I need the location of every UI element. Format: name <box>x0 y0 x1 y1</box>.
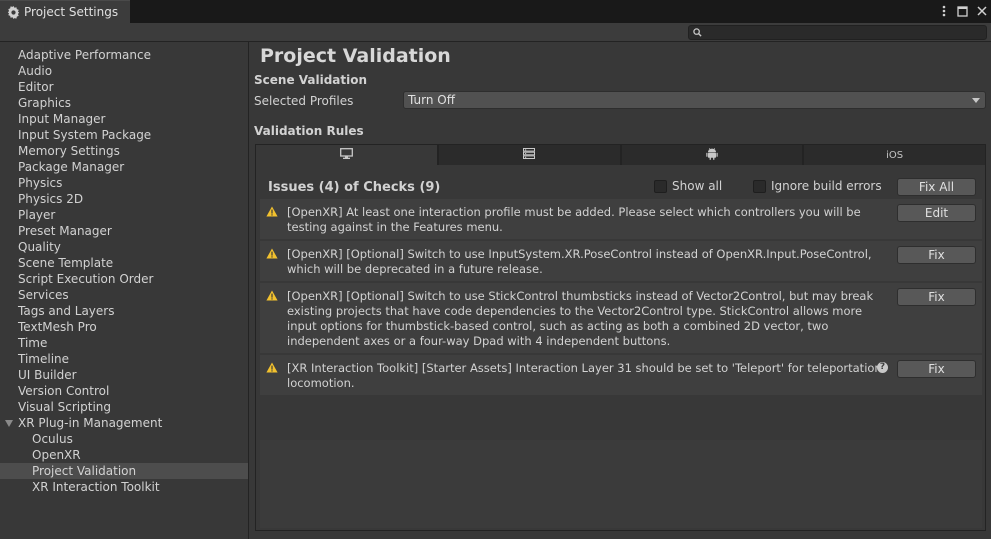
sidebar-item-input-system-package[interactable]: Input System Package <box>0 127 248 143</box>
issue-message-line: locomotion. <box>287 376 355 390</box>
tab-standalone[interactable] <box>255 144 438 166</box>
sidebar-item-xr-interaction-toolkit[interactable]: XR Interaction Toolkit <box>0 479 248 495</box>
sidebar-item-time[interactable]: Time <box>0 335 248 351</box>
issue-row: [OpenXR] [Optional] Switch to use StickC… <box>260 283 982 353</box>
issue-message-line: [OpenXR] [Optional] Switch to use StickC… <box>287 289 874 303</box>
issue-row: [XR Interaction Toolkit] [Starter Assets… <box>260 355 982 395</box>
toolbar <box>0 23 991 42</box>
issues-header: Issues (4) of Checks (9) <box>268 180 441 195</box>
sidebar-item-physics[interactable]: Physics <box>0 175 248 191</box>
fix-button[interactable]: Fix <box>897 288 976 306</box>
sidebar-item-editor[interactable]: Editor <box>0 79 248 95</box>
platform-tabs: iOS <box>255 144 986 166</box>
issue-message-line: [XR Interaction Toolkit] [Starter Assets… <box>287 361 882 375</box>
window-tab[interactable]: Project Settings <box>0 0 130 23</box>
edit-button[interactable]: Edit <box>897 204 976 222</box>
selected-profiles-label: Selected Profiles <box>254 94 354 108</box>
server-icon <box>523 148 536 162</box>
sidebar-item-services[interactable]: Services <box>0 287 248 303</box>
sidebar-item-audio[interactable]: Audio <box>0 63 248 79</box>
page-title: Project Validation <box>260 45 451 67</box>
sidebar-item-xr-plugin-management[interactable]: XR Plug-in Management <box>0 415 248 431</box>
close-icon[interactable] <box>975 3 988 19</box>
search-icon <box>693 26 702 40</box>
title-bar: Project Settings <box>0 0 991 23</box>
android-icon <box>706 147 718 163</box>
fix-all-button[interactable]: Fix All <box>897 178 976 196</box>
foldout-arrow-icon[interactable] <box>5 420 13 427</box>
selected-profiles-dropdown[interactable]: Turn Off <box>403 91 986 109</box>
sidebar-item-label: XR Plug-in Management <box>18 416 163 430</box>
tab-server[interactable] <box>437 144 621 166</box>
selected-profiles-value: Turn Off <box>408 93 455 107</box>
gear-icon <box>7 5 20 19</box>
sidebar-item-scene-template[interactable]: Scene Template <box>0 255 248 271</box>
tab-android[interactable] <box>620 144 804 166</box>
issue-message-line: input options for thumbstick-based contr… <box>287 319 829 333</box>
sidebar-item-project-validation[interactable]: Project Validation <box>0 463 248 479</box>
sidebar-item-package-manager[interactable]: Package Manager <box>0 159 248 175</box>
issue-message-line: testing against in the Features menu. <box>287 220 503 234</box>
chevron-down-icon <box>972 98 980 103</box>
issue-message: [OpenXR] At least one interaction profil… <box>287 205 861 235</box>
warning-icon <box>266 206 278 217</box>
tab-ios-label: iOS <box>886 149 904 161</box>
sidebar-item-memory-settings[interactable]: Memory Settings <box>0 143 248 159</box>
validation-rules-panel: Issues (4) of Checks (9) Show all Ignore… <box>255 165 986 531</box>
sidebar-item-adaptive-performance[interactable]: Adaptive Performance <box>0 47 248 63</box>
issue-message: [OpenXR] [Optional] Switch to use StickC… <box>287 289 873 349</box>
maximize-icon[interactable] <box>956 3 969 19</box>
warning-icon <box>266 290 278 301</box>
sidebar-item-openxr[interactable]: OpenXR <box>0 447 248 463</box>
validation-rules-heading: Validation Rules <box>254 124 364 138</box>
sidebar-item-input-manager[interactable]: Input Manager <box>0 111 248 127</box>
issue-message: [OpenXR] [Optional] Switch to use InputS… <box>287 247 872 277</box>
sidebar-item-ui-builder[interactable]: UI Builder <box>0 367 248 383</box>
settings-sidebar: Adaptive Performance Audio Editor Graphi… <box>0 42 249 539</box>
warning-icon <box>266 248 278 259</box>
more-options-icon[interactable] <box>937 3 950 19</box>
tab-ios[interactable]: iOS <box>803 144 986 166</box>
sidebar-item-timeline[interactable]: Timeline <box>0 351 248 367</box>
fix-button[interactable]: Fix <box>897 246 976 264</box>
sidebar-item-script-execution-order[interactable]: Script Execution Order <box>0 271 248 287</box>
sidebar-item-version-control[interactable]: Version Control <box>0 383 248 399</box>
warning-icon <box>266 362 278 373</box>
fix-button[interactable]: Fix <box>897 360 976 378</box>
search-input[interactable] <box>705 26 986 39</box>
issue-message-line: existing projects that have code depende… <box>287 304 863 318</box>
main-panel: Project Validation Scene Validation Sele… <box>250 42 991 539</box>
sidebar-item-physics-2d[interactable]: Physics 2D <box>0 191 248 207</box>
issue-message-line: [OpenXR] At least one interaction profil… <box>287 205 861 219</box>
sidebar-item-player[interactable]: Player <box>0 207 248 223</box>
issue-message: [XR Interaction Toolkit] [Starter Assets… <box>287 361 882 391</box>
sidebar-item-tags-and-layers[interactable]: Tags and Layers <box>0 303 248 319</box>
search-field[interactable] <box>688 25 987 40</box>
issue-row: [OpenXR] At least one interaction profil… <box>260 199 982 239</box>
sidebar-item-oculus[interactable]: Oculus <box>0 431 248 447</box>
ignore-build-errors-toggle[interactable]: Ignore build errors <box>753 179 882 193</box>
show-all-toggle[interactable]: Show all <box>654 179 722 193</box>
ignore-build-errors-label: Ignore build errors <box>771 179 882 193</box>
sidebar-item-quality[interactable]: Quality <box>0 239 248 255</box>
show-all-label: Show all <box>672 179 723 193</box>
issues-list-empty-area <box>260 440 982 528</box>
sidebar-item-graphics[interactable]: Graphics <box>0 95 248 111</box>
sidebar-item-visual-scripting[interactable]: Visual Scripting <box>0 399 248 415</box>
monitor-icon <box>339 148 353 162</box>
ignore-build-errors-checkbox[interactable] <box>753 179 766 193</box>
show-all-checkbox[interactable] <box>654 179 667 193</box>
scene-validation-heading: Scene Validation <box>254 73 368 87</box>
sidebar-item-textmesh-pro[interactable]: TextMesh Pro <box>0 319 248 335</box>
sidebar-item-preset-manager[interactable]: Preset Manager <box>0 223 248 239</box>
help-icon[interactable]: ? <box>877 362 888 373</box>
issue-message-line: independent axes or a four-way Dpad with… <box>287 334 671 348</box>
issue-message-line: which will be deprecated in a future rel… <box>287 262 543 276</box>
issue-message-line: [OpenXR] [Optional] Switch to use InputS… <box>287 247 872 261</box>
issue-row: [OpenXR] [Optional] Switch to use InputS… <box>260 241 982 281</box>
window-title: Project Settings <box>24 5 119 19</box>
